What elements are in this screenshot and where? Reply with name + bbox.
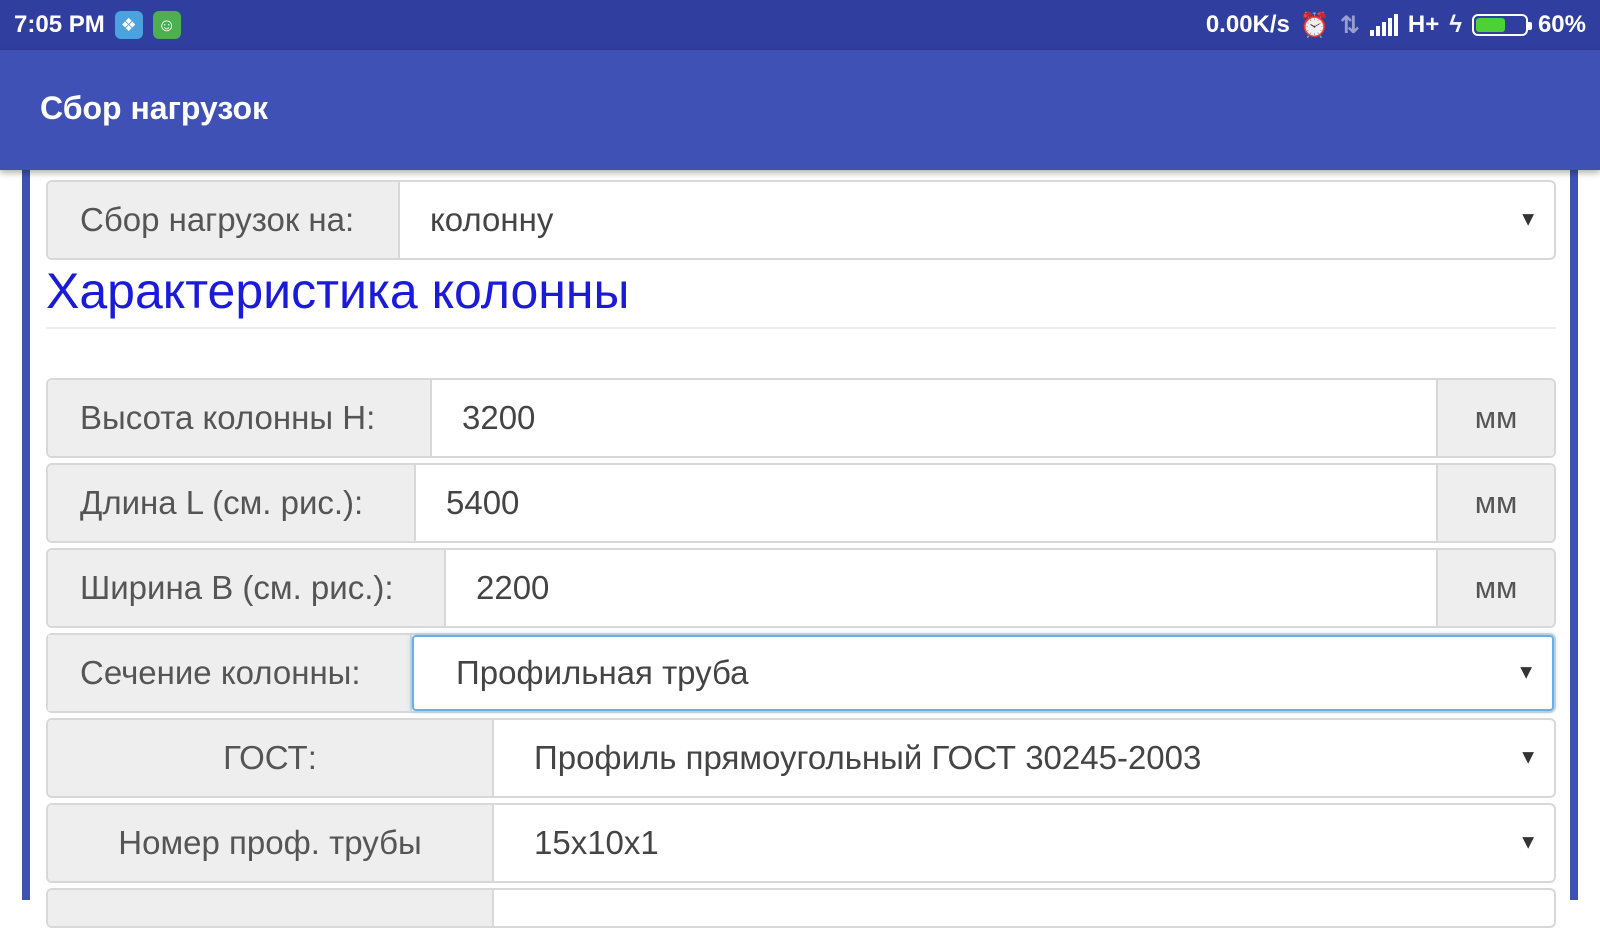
load-target-label: Сбор нагрузок на: [48,182,400,258]
content-border-right [1570,170,1578,900]
status-time: 7:05 PM [14,11,105,38]
pipe-number-value: 15x10x1 [534,824,659,861]
width-label: Ширина B (см. рис.): [48,550,446,626]
status-bar: 7:05 PM ❖ ☺ 0.00K/s ⏰ ⇅ H+ ϟ 60% [0,0,1600,50]
data-transfer-icon: ⇅ [1339,11,1360,39]
pipe-number-row: Номер проф. трубы 15x10x1 ▼ [46,803,1556,883]
section-type-value: Профильная труба [456,654,749,691]
section-type-select[interactable]: Профильная труба ▼ [412,635,1554,711]
height-label: Высота колонны H: [48,380,432,456]
pipe-number-label: Номер проф. трубы [48,805,494,881]
width-unit: мм [1436,550,1554,626]
status-bar-left: 7:05 PM ❖ ☺ [14,11,181,39]
dropdown-caret-icon: ▼ [1518,746,1538,769]
network-type: H+ [1407,11,1440,38]
battery-icon [1471,14,1532,36]
height-row: Высота колонны H: 3200 мм [46,378,1556,458]
dropdown-caret-icon: ▼ [1516,661,1536,684]
dropdown-caret-icon: ▼ [1518,831,1538,854]
signal-icon [1369,14,1398,36]
status-bar-right: 0.00K/s ⏰ ⇅ H+ ϟ 60% [1206,11,1586,40]
battery-percent: 60% [1537,11,1586,38]
length-label: Длина L (см. рис.): [48,465,416,541]
length-row: Длина L (см. рис.): 5400 мм [46,463,1556,543]
section-title: Характеристика колонны [46,263,630,319]
width-input[interactable]: 2200 [446,550,1436,626]
alarm-icon: ⏰ [1299,11,1330,39]
load-target-row: Сбор нагрузок на: колонну ▼ [46,180,1556,260]
app-title: Сбор нагрузок [40,90,269,126]
next-row [46,888,1556,928]
section-divider [46,327,1556,329]
gost-row: ГОСТ: Профиль прямоугольный ГОСТ 30245-2… [46,718,1556,798]
pipe-number-select[interactable]: 15x10x1 ▼ [494,805,1554,881]
charging-icon: ϟ [1449,11,1462,38]
length-input[interactable]: 5400 [416,465,1436,541]
content-border-left [22,170,30,900]
load-target-select[interactable]: колонну ▼ [400,182,1554,258]
app-notification-icon: ❖ [114,11,143,39]
next-row-label [48,890,494,926]
length-unit: мм [1436,465,1554,541]
app-bar: Сбор нагрузок [0,50,1600,170]
section-type-label: Сечение колонны: [48,635,412,711]
height-input[interactable]: 3200 [432,380,1436,456]
net-speed: 0.00K/s [1205,11,1290,38]
height-unit: мм [1436,380,1554,456]
android-notification-icon: ☺ [152,11,181,39]
gost-value: Профиль прямоугольный ГОСТ 30245-2003 [534,739,1202,776]
gost-label: ГОСТ: [48,720,494,796]
section-type-row: Сечение колонны: Профильная труба ▼ [46,633,1556,713]
gost-select[interactable]: Профиль прямоугольный ГОСТ 30245-2003 ▼ [494,720,1554,796]
width-row: Ширина B (см. рис.): 2200 мм [46,548,1556,628]
next-row-field[interactable] [494,890,1554,926]
dropdown-caret-icon: ▼ [1518,208,1538,231]
load-target-value: колонну [430,201,554,238]
